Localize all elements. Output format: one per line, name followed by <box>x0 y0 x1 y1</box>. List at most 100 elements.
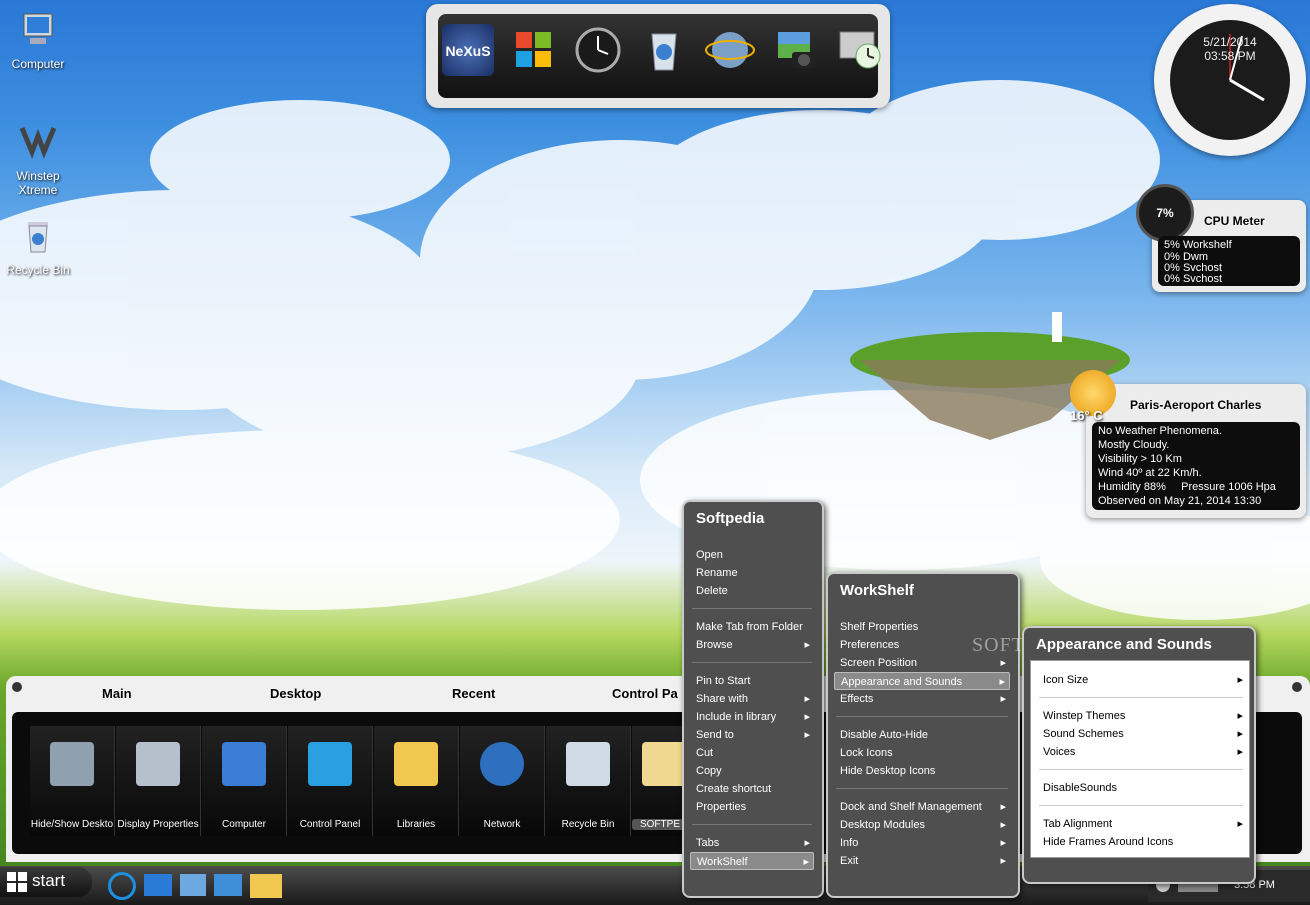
shelf-tile[interactable]: Recycle Bin <box>546 726 631 836</box>
windows-icon[interactable] <box>508 24 560 76</box>
weather-line: Observed on May 21, 2014 13:30 <box>1098 495 1262 507</box>
menu-item-include-in-library[interactable]: Include in library <box>690 708 814 726</box>
weather-location: Paris-Aeroport Charles <box>1130 398 1262 412</box>
desktop-icon-winstep[interactable]: Winstep Xtreme <box>0 122 78 197</box>
tab-main[interactable]: Main <box>102 686 132 701</box>
shelf-tile[interactable]: Control Panel <box>288 726 373 836</box>
menu-separator <box>1039 769 1243 770</box>
desktop-icon <box>50 742 94 786</box>
tile-label: Network <box>483 819 521 830</box>
cpu-line: 0% Dwm <box>1164 251 1209 263</box>
clock-icon[interactable] <box>572 24 624 76</box>
shelf-tile[interactable]: SOFTPE <box>632 726 689 836</box>
top-dock: NeXuS <box>426 4 890 108</box>
menu-item-appearance-and-sounds[interactable]: Appearance and Sounds <box>834 672 1010 691</box>
menu-separator <box>692 608 812 609</box>
menu-item-dock-shelf-management[interactable]: Dock and Shelf Management <box>834 798 1010 816</box>
menu-item-tabs[interactable]: Tabs <box>690 834 814 852</box>
globe-icon[interactable] <box>704 24 756 76</box>
menu-separator <box>692 662 812 663</box>
computer-icon <box>222 742 266 786</box>
menu-item-tab-alignment[interactable]: Tab Alignment <box>1037 815 1247 833</box>
desktop-icon-recycle-bin[interactable]: Recycle Bin <box>0 216 78 277</box>
weather-line: No Weather Phenomena. <box>1098 425 1222 437</box>
menu-item-disable-auto-hide[interactable]: Disable Auto-Hide <box>834 726 1010 744</box>
cpu-meter-widget[interactable]: 7% CPU Meter 5% Workshelf 0% Dwm 0% Svch… <box>1136 184 1306 292</box>
shelf-tile[interactable]: Libraries <box>374 726 459 836</box>
menu-item-desktop-modules[interactable]: Desktop Modules <box>834 816 1010 834</box>
window-switch-icon[interactable] <box>180 874 206 896</box>
tile-label: Hide/Show Deskto <box>30 819 114 830</box>
submenu-workshelf: WorkShelf Shelf Properties Preferences S… <box>826 572 1020 898</box>
cpu-meter-title: CPU Meter <box>1204 214 1265 228</box>
menu-separator <box>692 824 812 825</box>
tab-recent[interactable]: Recent <box>452 686 495 701</box>
menu-item-cut[interactable]: Cut <box>690 744 814 762</box>
weather-details: No Weather Phenomena. Mostly Cloudy. Vis… <box>1092 422 1300 510</box>
menu-item-send-to[interactable]: Send to <box>690 726 814 744</box>
dock-bar: NeXuS <box>438 14 881 98</box>
shelf-tile[interactable]: Hide/Show Deskto <box>30 726 115 836</box>
menu-separator <box>836 788 1008 789</box>
nexus-icon[interactable]: NeXuS <box>442 24 494 76</box>
menu-item-winstep-themes[interactable]: Winstep Themes <box>1037 707 1247 725</box>
menu-item-hide-frames[interactable]: Hide Frames Around Icons <box>1037 833 1247 851</box>
start-button[interactable]: start <box>0 867 92 897</box>
menu-item-hide-desktop-icons[interactable]: Hide Desktop Icons <box>834 762 1010 780</box>
camera-icon[interactable] <box>770 24 822 76</box>
weather-line: Humidity 88% Pressure 1006 Hpa <box>1098 481 1276 493</box>
tile-label: Recycle Bin <box>561 819 615 830</box>
menu-item-lock-icons[interactable]: Lock Icons <box>834 744 1010 762</box>
menu-title: Appearance and Sounds <box>1036 636 1212 653</box>
shelf-tile[interactable]: Display Properties <box>116 726 201 836</box>
desktop-icon-computer[interactable]: Computer <box>0 10 78 71</box>
monitor-clock-icon[interactable] <box>834 24 886 76</box>
desktop-icon-label: Winstep Xtreme <box>16 169 60 197</box>
cpu-percent: 7% <box>1156 206 1174 220</box>
menu-separator <box>836 716 1008 717</box>
menu-item-disable-sounds[interactable]: DisableSounds <box>1037 779 1247 797</box>
tab-control-panel[interactable]: Control Pa <box>612 686 678 701</box>
weather-widget[interactable]: 16° C Paris-Aeroport Charles No Weather … <box>1070 370 1306 518</box>
menu-item-browse[interactable]: Browse <box>690 636 814 654</box>
tile-label: Computer <box>222 819 266 830</box>
menu-title: Softpedia <box>696 510 765 527</box>
cpu-process-list: 5% Workshelf 0% Dwm 0% Svchost 0% Svchos… <box>1158 236 1300 286</box>
libraries-icon <box>394 742 438 786</box>
menu-item-properties[interactable]: Properties <box>690 798 814 816</box>
recycle-bin-icon <box>566 742 610 786</box>
ie-icon[interactable] <box>108 872 136 900</box>
menu-item-open[interactable]: Open <box>690 546 814 564</box>
shelf-tile[interactable]: Computer <box>202 726 287 836</box>
recycle-bin-icon[interactable] <box>638 24 690 76</box>
menu-item-voices[interactable]: Voices <box>1037 743 1247 761</box>
clock-widget[interactable]: 5/21/2014 03:58 PM <box>1154 4 1306 156</box>
menu-item-workshelf[interactable]: WorkShelf <box>690 852 814 871</box>
menu-item-create-shortcut[interactable]: Create shortcut <box>690 780 814 798</box>
computer-icon <box>23 13 53 44</box>
menu-item-copy[interactable]: Copy <box>690 762 814 780</box>
tab-desktop[interactable]: Desktop <box>270 686 321 701</box>
menu-item-info[interactable]: Info <box>834 834 1010 852</box>
menu-item-exit[interactable]: Exit <box>834 852 1010 870</box>
menu-item-pin-to-start[interactable]: Pin to Start <box>690 672 814 690</box>
network-icon <box>480 742 524 786</box>
menu-item-effects[interactable]: Effects <box>834 690 1010 708</box>
weather-temp: 16° C <box>1070 408 1103 423</box>
recycle-bin-icon <box>28 222 48 253</box>
menu-item-share-with[interactable]: Share with <box>690 690 814 708</box>
shelf-tile[interactable]: Network <box>460 726 545 836</box>
menu-item-delete[interactable]: Delete <box>690 582 814 600</box>
shelf-right-knob-icon <box>1292 682 1302 692</box>
cpu-line: 0% Svchost <box>1164 273 1223 285</box>
menu-item-make-tab[interactable]: Make Tab from Folder <box>690 618 814 636</box>
menu-item-icon-size[interactable]: Icon Size <box>1037 671 1247 689</box>
windows-logo-icon <box>7 872 27 892</box>
context-menu-softpedia: Softpedia Open Rename Delete Make Tab fr… <box>682 500 824 898</box>
menu-item-sound-schemes[interactable]: Sound Schemes <box>1037 725 1247 743</box>
weather-line: Mostly Cloudy. <box>1098 439 1170 451</box>
control-panel-icon[interactable] <box>214 874 242 896</box>
folder-icon[interactable] <box>250 874 282 898</box>
menu-item-rename[interactable]: Rename <box>690 564 814 582</box>
show-desktop-icon[interactable] <box>144 874 172 896</box>
